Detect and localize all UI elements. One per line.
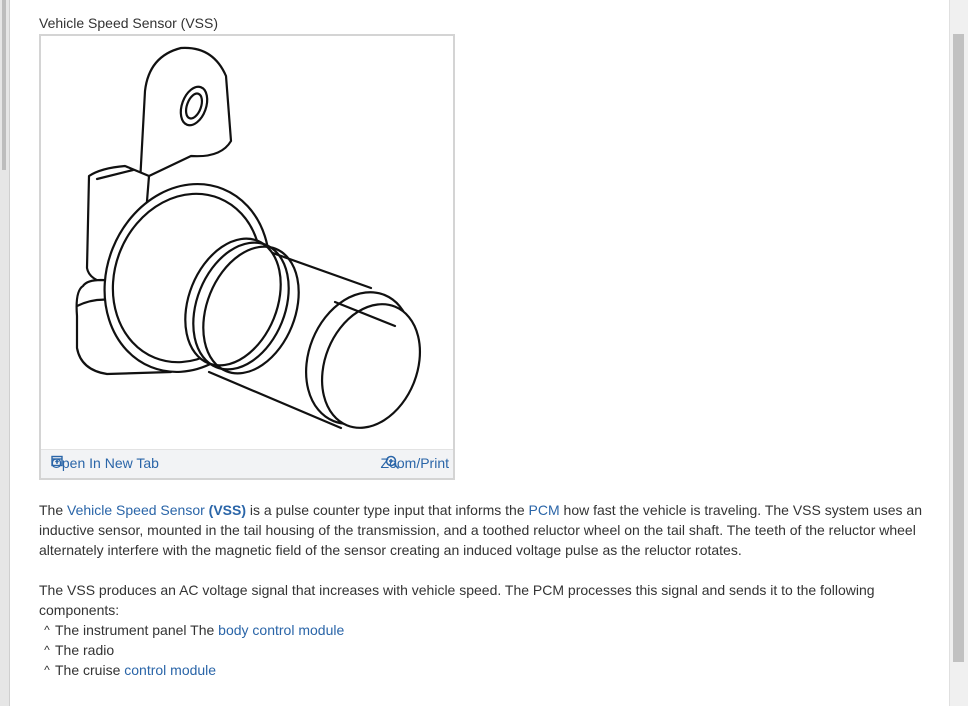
caret-bullet-icon: ^ xyxy=(44,663,50,677)
list-item-text: The cruise control module xyxy=(55,660,216,680)
open-in-new-tab-button[interactable]: Open In New Tab xyxy=(51,455,159,471)
paragraph-vss-description: The Vehicle Speed Sensor (VSS) is a puls… xyxy=(39,500,939,560)
text-span: The instrument panel The xyxy=(55,622,219,638)
list-item-text: The radio xyxy=(55,642,115,658)
paragraph-ac-signal: The VSS produces an AC voltage signal th… xyxy=(39,582,875,618)
figure-title: Vehicle Speed Sensor (VSS) xyxy=(39,15,218,31)
caret-bullet-icon: ^ xyxy=(44,643,50,657)
zoom-print-button[interactable]: Zoom/Print xyxy=(381,455,449,471)
link-pcm[interactable]: PCM xyxy=(529,502,560,518)
link-control-module[interactable]: control module xyxy=(124,662,216,678)
list-item: ^ The instrument panel The body control … xyxy=(39,620,939,640)
figure-box: Open In New Tab Zoom/Print xyxy=(39,34,455,480)
caret-bullet-icon: ^ xyxy=(44,623,50,637)
text-span: is a pulse counter type input that infor… xyxy=(246,502,529,518)
scrollbar-thumb[interactable] xyxy=(953,34,964,662)
list-item: ^ The radio xyxy=(39,640,939,660)
list-item: ^ The cruise control module xyxy=(39,660,939,680)
article-body: The Vehicle Speed Sensor (VSS) is a puls… xyxy=(39,500,939,680)
figure-toolbar: Open In New Tab Zoom/Print xyxy=(41,449,453,478)
text-span: The cruise xyxy=(55,662,125,678)
list-item-text: The instrument panel The body control mo… xyxy=(55,620,344,640)
link-body-control-module[interactable]: body control module xyxy=(218,622,344,638)
vertical-scrollbar[interactable] xyxy=(949,0,968,706)
sensor-illustration xyxy=(75,46,422,430)
article-content: Vehicle Speed Sensor (VSS) Open In New T… xyxy=(39,14,939,678)
link-vehicle-speed-sensor[interactable]: Vehicle Speed Sensor xyxy=(67,502,205,518)
text-span: The xyxy=(39,502,68,518)
left-panel-scrollbar[interactable] xyxy=(0,0,10,706)
left-scroll-thumb[interactable] xyxy=(2,0,6,170)
open-in-new-tab-label: Open In New Tab xyxy=(51,455,159,471)
vss-abbreviation: (VSS) xyxy=(208,502,247,518)
